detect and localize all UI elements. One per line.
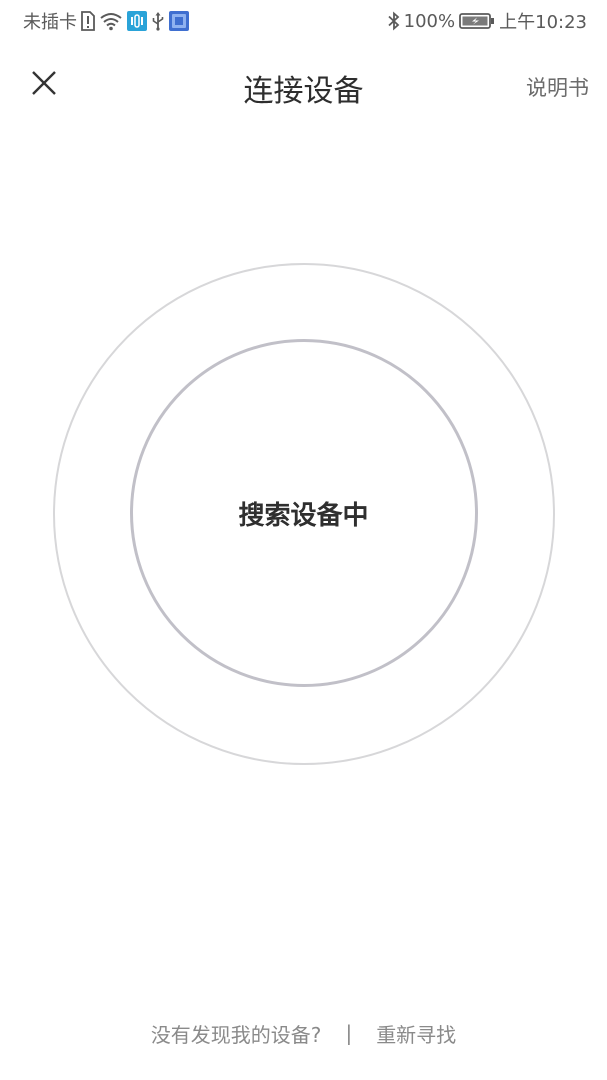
status-bar-left: 未插卡 — [23, 8, 189, 34]
usb-icon — [151, 11, 165, 31]
device-not-found-link[interactable]: 没有发现我的设备? — [151, 1019, 322, 1048]
retry-search-button[interactable]: 重新寻找 — [376, 1019, 456, 1048]
search-status-text: 搜索设备中 — [238, 501, 369, 531]
status-bar: 未插卡 100% 上午10:23 — [0, 0, 607, 42]
hd-voice-icon — [127, 11, 147, 31]
sim-alert-icon — [81, 11, 95, 31]
footer-bar: 没有发现我的设备? | 重新寻找 — [0, 1017, 607, 1049]
close-icon — [31, 70, 57, 100]
status-bar-right: 100% 上午10:23 — [388, 8, 587, 34]
footer-divider: | — [345, 1021, 353, 1045]
manual-button[interactable]: 说明书 — [526, 72, 589, 102]
wifi-icon — [99, 11, 123, 31]
close-button[interactable] — [22, 60, 66, 110]
battery-percent: 100% — [403, 10, 456, 32]
page-title: 连接设备 — [243, 74, 364, 109]
app-notification-icon — [169, 11, 189, 31]
carrier-label: 未插卡 — [23, 12, 77, 33]
bluetooth-icon — [388, 11, 400, 31]
nav-bar: 连接设备 说明书 — [0, 42, 607, 132]
clock: 上午10:23 — [499, 12, 587, 33]
battery-charging-icon — [459, 11, 495, 31]
